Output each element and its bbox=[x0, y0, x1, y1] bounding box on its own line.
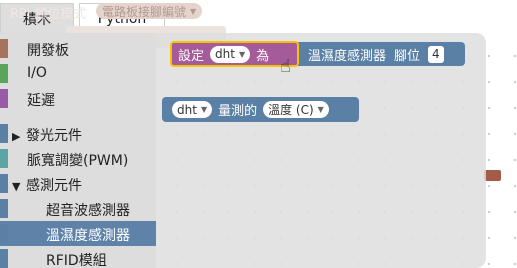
toolbox: 開發板 I/O 延遲 ▶ 發光元件 脈寬調變(PWM) ▼ 感測元件 超音波感測器 … bbox=[0, 33, 156, 268]
hand-cursor-icon: ☝ bbox=[280, 56, 291, 77]
toolbox-item-label: 感測元件 bbox=[26, 178, 82, 194]
toolbox-item-label: 發光元件 bbox=[26, 128, 82, 144]
variable-dropdown[interactable]: dht ▼ bbox=[210, 45, 251, 63]
toolbox-item-light[interactable]: ▶ 發光元件 bbox=[0, 121, 156, 146]
dht-sensor-block[interactable]: 溫濕度感測器 腳位 4 bbox=[290, 42, 465, 66]
toolbox-item-label: 脈寬調變(PWM) bbox=[27, 153, 129, 169]
measurement-value: 溫度 (C) bbox=[268, 103, 314, 117]
sensor-block-label: 溫濕度感測器 bbox=[308, 48, 387, 64]
dht-read-block[interactable]: dht ▼ 量測的 溫度 (C) ▼ bbox=[162, 97, 359, 122]
pin-label: 腳位 bbox=[394, 48, 421, 64]
dropdown-arrow-icon: ▼ bbox=[238, 49, 246, 59]
measurement-dropdown[interactable]: 溫度 (C) ▼ bbox=[263, 101, 329, 118]
measure-label: 量測的 bbox=[218, 104, 258, 119]
toolbox-item-ultrasonic[interactable]: 超音波感測器 bbox=[0, 196, 156, 221]
pin-mode-dropdown[interactable]: 電路板接腳編號 ▼ bbox=[96, 3, 203, 19]
as-label: 為 bbox=[256, 48, 270, 64]
toolbox-item-label: 延遲 bbox=[27, 93, 55, 109]
toolbox-item-pwm[interactable]: 脈寬調變(PWM) bbox=[0, 146, 156, 171]
category-color bbox=[0, 199, 8, 218]
variable-name: dht bbox=[177, 102, 197, 117]
toolbox-item-dht[interactable]: 溫濕度感測器 bbox=[0, 221, 156, 246]
toolbox-item-label: I/O bbox=[27, 65, 47, 81]
toolbox-flyout bbox=[156, 33, 486, 268]
toolbox-item-rfid[interactable]: RFID模組 bbox=[0, 246, 156, 268]
category-color bbox=[0, 174, 8, 193]
variable-name: dht bbox=[215, 47, 235, 61]
toolbox-item-io[interactable]: I/O bbox=[0, 61, 156, 86]
toolbox-item-label: 超音波感測器 bbox=[46, 203, 130, 219]
variable-dropdown[interactable]: dht ▼ bbox=[172, 101, 213, 118]
pin-mode-value: 電路板接腳編號 bbox=[102, 4, 187, 19]
expand-arrow-icon: ▶ bbox=[12, 130, 21, 143]
dropdown-arrow-icon: ▼ bbox=[200, 105, 208, 114]
category-color bbox=[0, 224, 8, 243]
category-color bbox=[0, 64, 8, 83]
dropdown-arrow-icon: ▼ bbox=[190, 6, 197, 16]
rpi-pin-mode-label: RPi 腳位模式 bbox=[10, 7, 87, 22]
toolbox-item-board[interactable]: 開發板 bbox=[0, 36, 156, 61]
category-color bbox=[0, 149, 8, 168]
toolbox-item-sensors[interactable]: ▼ 感測元件 bbox=[0, 171, 156, 196]
block-connector bbox=[484, 170, 501, 181]
category-color bbox=[0, 249, 8, 268]
collapse-arrow-icon: ▼ bbox=[12, 180, 21, 193]
toolbox-item-label: 開發板 bbox=[27, 43, 69, 59]
category-color bbox=[0, 39, 8, 58]
category-color bbox=[0, 124, 8, 143]
category-color bbox=[0, 89, 8, 108]
set-label: 設定 bbox=[178, 48, 205, 64]
pin-number-field[interactable]: 4 bbox=[428, 45, 444, 63]
toolbox-item-delay[interactable]: 延遲 bbox=[0, 86, 156, 111]
toolbox-item-label: RFID模組 bbox=[46, 253, 107, 268]
dropdown-arrow-icon: ▼ bbox=[317, 105, 324, 114]
toolbox-item-label: 溫濕度感測器 bbox=[46, 228, 130, 244]
